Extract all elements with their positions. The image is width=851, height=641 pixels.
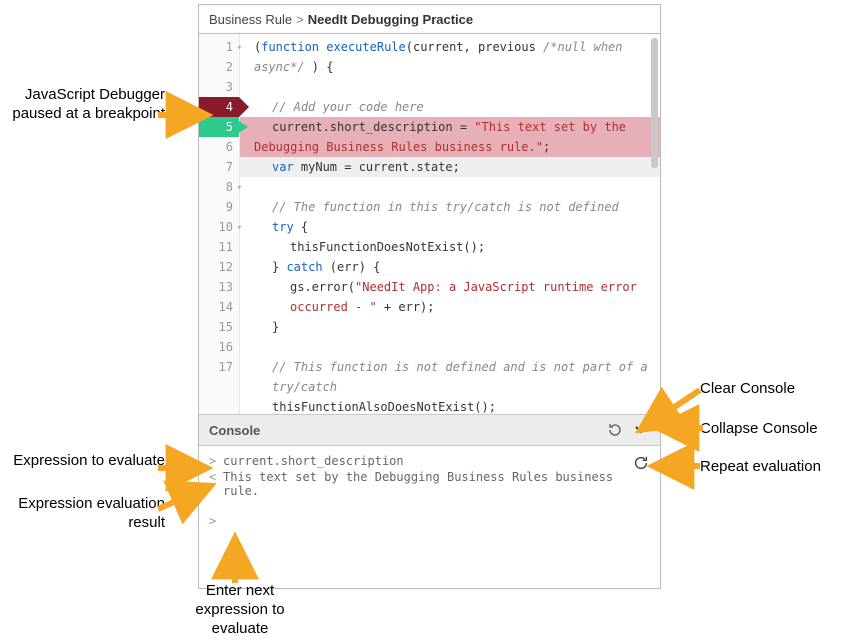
code-line: // The function in this try/catch is not…: [254, 197, 654, 217]
repeat-evaluation-button[interactable]: [632, 454, 650, 472]
code-line: (function executeRule(current, previous …: [254, 37, 654, 77]
arrow-icon: [158, 458, 212, 478]
gutter[interactable]: 1 2 3 4 5 6 7 8 9 10 11 12 13 14 15 16 1…: [199, 34, 240, 414]
annotation-result: Expression evaluation result: [10, 495, 165, 533]
arrow-icon: [158, 481, 218, 521]
console-title: Console: [209, 423, 260, 438]
expression-text: current.short_description: [223, 454, 650, 468]
annotation-expression: Expression to evaluate: [10, 452, 165, 471]
line-number[interactable]: 6: [199, 137, 239, 157]
code-line: } catch (err) {: [254, 257, 654, 277]
arrow-icon: [650, 458, 702, 474]
line-number[interactable]: 1: [199, 37, 239, 57]
code-line: [254, 177, 654, 197]
line-number[interactable]: 17: [199, 357, 239, 377]
reload-icon: [632, 453, 650, 473]
refresh-icon: [607, 422, 623, 438]
arrow-icon: [158, 105, 212, 125]
scrollbar[interactable]: [651, 38, 658, 168]
line-number[interactable]: 3: [199, 77, 239, 97]
page-title: NeedIt Debugging Practice: [308, 12, 473, 27]
code-line: try {: [254, 217, 654, 237]
annotation-clear: Clear Console: [700, 380, 795, 399]
code-line: thisFunctionDoesNotExist();: [254, 237, 654, 257]
line-number[interactable]: 13: [199, 277, 239, 297]
code-line: thisFunctionAlsoDoesNotExist();: [254, 397, 654, 414]
code-line-breakpoint: current.short_description = "This text s…: [240, 117, 660, 157]
arrow-icon: [655, 420, 705, 436]
console-header: Console: [199, 414, 660, 446]
code-line: }: [254, 317, 654, 337]
arrow-icon: [225, 535, 245, 585]
result-text: This text set by the Debugging Business …: [223, 470, 650, 498]
console-result: < This text set by the Debugging Busines…: [209, 470, 650, 498]
line-number[interactable]: 11: [199, 237, 239, 257]
breadcrumb: Business Rule > NeedIt Debugging Practic…: [199, 5, 660, 34]
code-line: gs.error("NeedIt App: a JavaScript runti…: [254, 277, 654, 317]
breadcrumb-separator: >: [296, 12, 304, 27]
line-number[interactable]: 14: [199, 297, 239, 317]
code-line: // This function is not defined and is n…: [254, 357, 654, 397]
line-number[interactable]: 7: [199, 157, 239, 177]
stage: Business Rule > NeedIt Debugging Practic…: [0, 0, 851, 641]
annotation-next-expr: Enter next expression to evaluate: [170, 582, 310, 638]
console-input-row[interactable]: >: [209, 514, 650, 528]
code-line-current: var myNum = current.state;: [240, 157, 660, 177]
console-input[interactable]: [223, 514, 650, 528]
code-line: [254, 337, 654, 357]
clear-console-button[interactable]: [606, 421, 624, 439]
annotation-breakpoint: JavaScript Debugger paused at a breakpoi…: [10, 86, 165, 124]
line-number[interactable]: 10: [199, 217, 239, 237]
line-number[interactable]: 2: [199, 57, 239, 77]
code-line: [254, 77, 654, 97]
code-editor[interactable]: 1 2 3 4 5 6 7 8 9 10 11 12 13 14 15 16 1…: [199, 34, 660, 414]
console-expression: > current.short_description: [209, 454, 650, 468]
line-number[interactable]: 12: [199, 257, 239, 277]
code-area[interactable]: (function executeRule(current, previous …: [240, 34, 660, 414]
annotation-collapse: Collapse Console: [700, 420, 818, 439]
line-number[interactable]: 15: [199, 317, 239, 337]
annotation-repeat: Repeat evaluation: [700, 458, 821, 477]
line-number[interactable]: 9: [199, 197, 239, 217]
console-body[interactable]: > current.short_description < This text …: [199, 446, 660, 588]
line-number[interactable]: 8: [199, 177, 239, 197]
line-number[interactable]: 16: [199, 337, 239, 357]
breadcrumb-parent[interactable]: Business Rule: [209, 12, 292, 27]
code-line: // Add your code here: [254, 97, 654, 117]
debugger-panel: Business Rule > NeedIt Debugging Practic…: [198, 4, 661, 589]
